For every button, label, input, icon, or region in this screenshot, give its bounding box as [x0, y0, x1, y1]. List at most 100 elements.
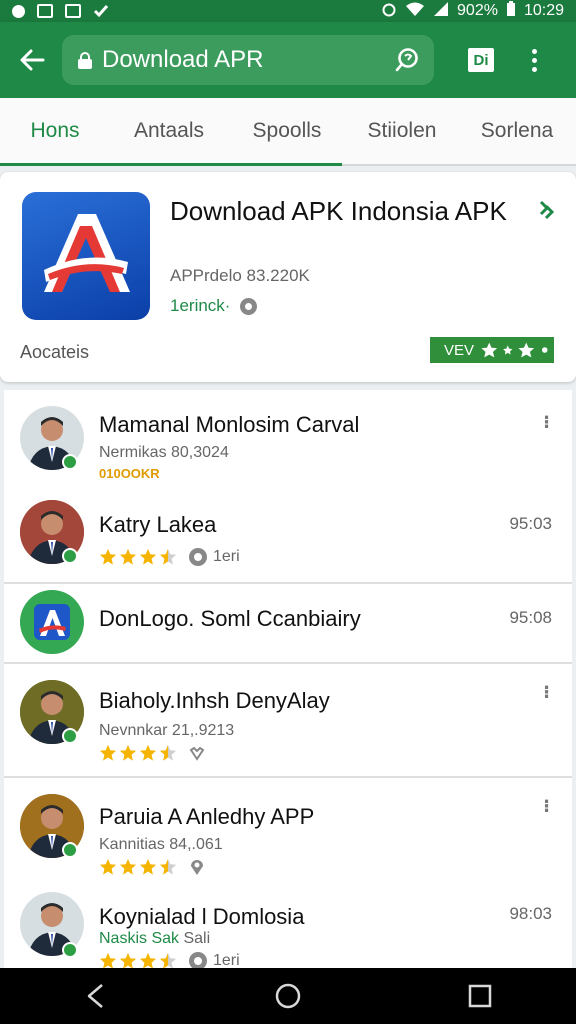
item-menu-icon[interactable]: ⁝ [543, 682, 550, 703]
app-list: Mamanal Monlosim Carval Nermikas 80,3024… [4, 390, 572, 970]
rating-text: 1eri [213, 548, 240, 565]
url-text: Download APR [102, 46, 264, 73]
star-icon [99, 858, 117, 875]
app-category: Aocateis [20, 342, 90, 362]
star-icon [139, 548, 157, 565]
battery-icon [506, 0, 516, 22]
app-meta: APPrdelo 83.220K [170, 266, 310, 285]
nav-home-button[interactable] [268, 976, 308, 1016]
tab-label: Sorlena [480, 119, 554, 142]
voice-search-button[interactable] [392, 45, 422, 75]
overflow-menu-button[interactable] [524, 42, 544, 78]
rating-info: 1eri [189, 548, 240, 566]
tab-spoolls[interactable]: Spoolls [228, 98, 346, 164]
back-triangle-icon [87, 984, 103, 1008]
tab-label: Stiiolen [367, 119, 437, 142]
wifi-icon [405, 1, 425, 22]
star-icon [99, 744, 117, 761]
item-title: Biaholy.Inhsh DenyAlay [99, 688, 330, 713]
address-bar[interactable]: Download APR [62, 35, 434, 85]
status-bar: 902% 10:29 [0, 0, 576, 22]
menu-dot [531, 57, 537, 63]
list-item[interactable]: Koynialad l Domlosia 98:03 Naskis Sak Sa… [4, 884, 572, 970]
item-subtitle: Sali [183, 930, 211, 947]
back-button[interactable] [14, 42, 50, 78]
system-navigation-bar [0, 968, 576, 1024]
signal-icon [433, 1, 449, 22]
battery-percent: 902% [457, 2, 498, 19]
item-title: Koynialad l Domlosia [99, 904, 305, 929]
star-icon [119, 858, 137, 875]
item-menu-icon[interactable]: ⁝ [543, 796, 550, 817]
item-title: Paruia A Anledhy APP [99, 804, 315, 829]
half-star-icon [159, 744, 177, 761]
item-green-text: Naskis Sak [99, 930, 180, 947]
nav-recents-button[interactable] [460, 976, 500, 1016]
tab-sorlena[interactable]: Sorlena [458, 98, 576, 164]
chat-search-icon [395, 48, 418, 72]
heart-icon [189, 746, 205, 761]
category-tabs: Hons Antaals Spoolls Stiiolen Sorlena [0, 98, 576, 166]
app-title: Download APK Indonsia APK [170, 196, 507, 226]
rating-stars [99, 858, 205, 876]
star-icon [139, 744, 157, 761]
app-detail-card[interactable]: Download APK Indonsia APK APPrdelo 83.22… [0, 172, 576, 382]
item-subtitle: Nermikas 80,3024 [99, 444, 229, 461]
tab-label: Spoolls [252, 119, 322, 142]
nav-back-button[interactable] [76, 976, 116, 1016]
verified-badge [62, 728, 78, 744]
info-icon [240, 297, 258, 315]
item-menu-icon[interactable]: ⁝ [543, 412, 550, 433]
screenshot-icon [65, 4, 81, 18]
item-time: 95:03 [509, 514, 552, 533]
app-installs: 1erinck· [170, 296, 258, 316]
star-icon [99, 548, 117, 565]
installs-text: 1erinck· [170, 296, 231, 315]
rating-badge: VEV [430, 337, 554, 363]
half-star-icon [159, 858, 177, 875]
star-icon [119, 744, 137, 761]
browser-toolbar: Download APR Di [0, 22, 576, 98]
tab-home[interactable]: Hons [0, 98, 110, 164]
list-item[interactable]: Biaholy.Inhsh DenyAlay ⁝ Nevnnkar 21,.92… [4, 664, 572, 776]
message-icon [37, 4, 53, 18]
rating-info [189, 858, 205, 876]
list-item[interactable]: Mamanal Monlosim Carval Nermikas 80,3024… [4, 390, 572, 486]
list-item[interactable]: Paruia A Anledhy APP ⁝ Kannitias 84,.061 [4, 778, 572, 882]
arrow-left-icon [20, 49, 45, 71]
item-subtitle-row: Naskis Sak Sali [99, 930, 210, 948]
tab-switcher-icon: Di [468, 48, 494, 72]
item-subtitle: Kannitias 84,.061 [99, 836, 223, 853]
badge-stars-icon [481, 342, 548, 358]
tab-stiiolen[interactable]: Stiiolen [346, 98, 458, 164]
rating-info [189, 745, 205, 761]
item-time: 98:03 [509, 904, 552, 923]
list-item[interactable]: DonLogo. Soml Ccanbiairy 95:08 [4, 584, 572, 664]
tabs-button[interactable]: Di [466, 45, 496, 75]
tab-indicator-secondary [110, 163, 342, 166]
check-icon [93, 4, 109, 18]
rating-stars [99, 744, 205, 762]
item-time: 95:08 [509, 608, 552, 627]
half-star-icon [159, 548, 177, 565]
item-title: Katry Lakea [99, 512, 217, 537]
rating-stars: 1eri [99, 548, 240, 566]
recents-square-icon [468, 984, 492, 1008]
bookmark-icon[interactable] [538, 198, 555, 227]
info-icon [189, 548, 207, 566]
tab-antaals[interactable]: Antaals [110, 98, 228, 164]
lock-icon [78, 52, 92, 69]
item-subtitle: Nevnnkar 21,.9213 [99, 722, 235, 739]
item-title: DonLogo. Soml Ccanbiairy [99, 606, 361, 631]
alarm-icon [381, 1, 397, 22]
star-icon [119, 548, 137, 565]
verified-badge [62, 942, 78, 958]
menu-dot [531, 66, 537, 72]
item-tag: 010OOKR [99, 466, 160, 481]
item-title: Mamanal Monlosim Carval [99, 412, 360, 437]
verified-badge [62, 548, 78, 564]
app-logo-icon [20, 590, 84, 654]
system-icons: 902% 10:29 [381, 0, 564, 22]
list-item[interactable]: Katry Lakea 95:03 1eri [4, 486, 572, 582]
home-circle-icon [275, 983, 301, 1009]
